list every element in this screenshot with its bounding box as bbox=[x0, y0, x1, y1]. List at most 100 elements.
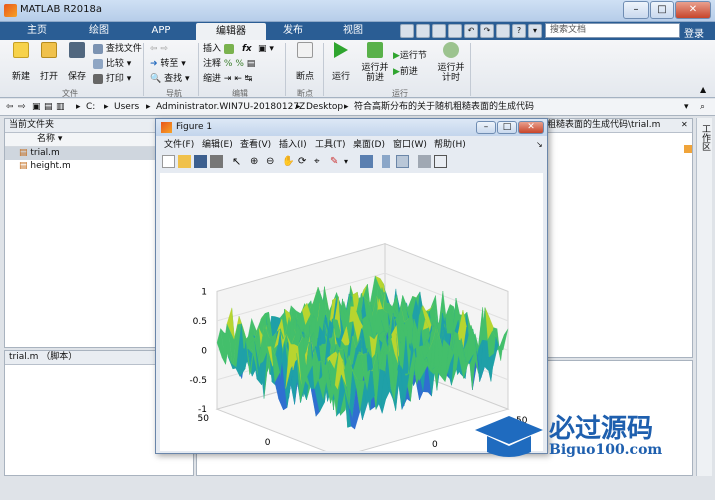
back-icon[interactable]: ⇦ bbox=[6, 99, 14, 116]
close-button[interactable]: ✕ bbox=[675, 1, 711, 19]
tab-editor[interactable]: 编辑器 bbox=[196, 23, 266, 40]
ribbon: 新建 打开 保存 查找文件 比较 ▾ 打印 ▾ 文件 ⇦ ⇨ ➜ 转至 ▾ 🔍 … bbox=[0, 40, 715, 98]
hide-plot-tools-icon[interactable] bbox=[418, 155, 431, 168]
run-section-button[interactable]: ▶运行节 bbox=[393, 50, 427, 63]
address-search-icon[interactable]: ⌕ bbox=[700, 99, 705, 116]
pointer-icon[interactable]: ↖ bbox=[232, 155, 245, 168]
breadcrumb-desktop[interactable]: Desktop bbox=[306, 99, 343, 116]
legend-icon[interactable] bbox=[396, 155, 409, 168]
colorbar-icon[interactable] bbox=[382, 155, 390, 168]
figure-title-bar: Figure 1 – □ ✕ bbox=[156, 119, 547, 136]
forward-icon[interactable]: ⇨ bbox=[18, 99, 26, 116]
open-file-icon[interactable] bbox=[178, 155, 191, 168]
data-cursor-icon[interactable]: ⌖ bbox=[314, 155, 327, 168]
find-files-button[interactable]: 查找文件 bbox=[93, 43, 142, 56]
cut-quick-icon[interactable] bbox=[416, 24, 430, 38]
watermark-title: 必过源码 bbox=[549, 414, 654, 444]
figure-menu-desktop[interactable]: 桌面(D) bbox=[353, 138, 385, 152]
fx-button[interactable]: fx bbox=[242, 43, 252, 56]
redo-quick-icon[interactable]: ↷ bbox=[480, 24, 494, 38]
figure-menu-insert[interactable]: 插入(I) bbox=[279, 138, 307, 152]
zoom-in-icon[interactable]: ⊕ bbox=[250, 155, 263, 168]
breadcrumb-users[interactable]: Users bbox=[114, 99, 139, 116]
script-file-icon: ▤ bbox=[19, 161, 28, 171]
browse-folder-icon[interactable]: ▤ bbox=[44, 99, 53, 116]
goto-button[interactable]: ➜ 转至 ▾ bbox=[150, 58, 186, 71]
compare-button[interactable]: 比较 ▾ bbox=[93, 58, 131, 71]
insert-button[interactable]: 插入 bbox=[203, 43, 234, 56]
breakpoints-button[interactable]: 断点 bbox=[290, 42, 320, 82]
run-advance-button[interactable]: 运行并前进 bbox=[360, 42, 390, 83]
print-button[interactable]: 打印 ▾ bbox=[93, 73, 131, 86]
editor-menu-icon[interactable]: ✕ bbox=[681, 120, 688, 129]
figure-logo-icon bbox=[161, 122, 172, 133]
breadcrumb-user[interactable]: Administrator.WIN7U-20180127Z bbox=[156, 99, 305, 116]
tab-home[interactable]: 主页 bbox=[8, 22, 66, 40]
address-dropdown-icon[interactable]: ▾ bbox=[684, 99, 689, 116]
pan-hand-icon[interactable]: ✋ bbox=[282, 155, 295, 168]
chevron-right-icon: ▸ bbox=[76, 102, 81, 112]
copy-quick-icon[interactable] bbox=[432, 24, 446, 38]
search-docs-input[interactable]: 搜索文档 bbox=[545, 23, 680, 38]
new-button[interactable]: 新建 bbox=[8, 42, 34, 82]
brush-icon[interactable]: ✎ bbox=[330, 155, 343, 168]
z-tick-label: 0 bbox=[201, 346, 207, 356]
print-figure-icon[interactable] bbox=[210, 155, 223, 168]
figure-menu-file[interactable]: 文件(F) bbox=[164, 138, 194, 152]
tab-plots[interactable]: 绘图 bbox=[70, 22, 128, 40]
figure-maximize-button[interactable]: □ bbox=[497, 121, 517, 134]
show-plot-tools-icon[interactable] bbox=[434, 155, 447, 168]
save-button[interactable]: 保存 bbox=[64, 42, 90, 82]
recent-folder-icon[interactable]: ▥ bbox=[56, 99, 65, 116]
figure-dock-icon[interactable]: ↘ bbox=[536, 140, 543, 149]
figure-menu-edit[interactable]: 编辑(E) bbox=[202, 138, 233, 152]
breakpoint-icon bbox=[297, 42, 313, 58]
run-time-button[interactable]: 运行并计时 bbox=[436, 42, 466, 83]
link-plot-icon[interactable] bbox=[360, 155, 373, 168]
open-button[interactable]: 打开 bbox=[36, 42, 62, 82]
editor-status-marker bbox=[684, 145, 692, 153]
minimize-button[interactable]: – bbox=[623, 1, 649, 19]
breadcrumb-drive[interactable]: C: bbox=[86, 99, 95, 116]
comment-button[interactable]: 注释 % % ▤ bbox=[203, 58, 255, 71]
find-button[interactable]: 🔍 查找 ▾ bbox=[150, 73, 190, 86]
figure-menu-view[interactable]: 查看(V) bbox=[240, 138, 271, 152]
zoom-out-icon[interactable]: ⊖ bbox=[266, 155, 279, 168]
folder-icon bbox=[41, 42, 57, 58]
collapse-ribbon-icon[interactable]: ▲ bbox=[700, 85, 706, 94]
indent-button[interactable]: 缩进 ⇥ ⇤ ↹ bbox=[203, 73, 252, 86]
figure-close-button[interactable]: ✕ bbox=[518, 121, 544, 134]
tab-view[interactable]: 视图 bbox=[324, 22, 382, 40]
nav-back-forward[interactable]: ⇦ ⇨ bbox=[150, 43, 168, 56]
advance-icon: ▶ bbox=[393, 67, 400, 77]
insert-function-icon[interactable]: ▣ ▾ bbox=[258, 43, 274, 56]
breadcrumb-folder[interactable]: 符合高斯分布的关于随机粗糙表面的生成代码 bbox=[354, 99, 534, 116]
save-figure-icon[interactable] bbox=[194, 155, 207, 168]
figure-menu-tools[interactable]: 工具(T) bbox=[315, 138, 346, 152]
rotate-3d-icon[interactable]: ⟳ bbox=[298, 155, 311, 168]
group-edit-label: 编辑 bbox=[232, 89, 248, 98]
workspace-sidebar[interactable]: 工作区 bbox=[696, 118, 712, 476]
percent-off-icon: % bbox=[235, 59, 244, 69]
run-button[interactable]: 运行 bbox=[328, 42, 354, 82]
help-quick-icon[interactable]: ? bbox=[512, 24, 526, 38]
percent-icon: % bbox=[223, 59, 233, 69]
figure-minimize-button[interactable]: – bbox=[476, 121, 496, 134]
group-nav-label: 导航 bbox=[166, 89, 182, 98]
tab-apps[interactable]: APP bbox=[132, 22, 190, 40]
brush-dropdown-icon[interactable]: ▾ bbox=[344, 155, 357, 168]
save-quick-icon[interactable] bbox=[400, 24, 414, 38]
figure-menu-window[interactable]: 窗口(W) bbox=[393, 138, 427, 152]
switch-windows-icon[interactable] bbox=[496, 24, 510, 38]
paste-quick-icon[interactable] bbox=[448, 24, 462, 38]
dropdown-quick-icon[interactable]: ▾ bbox=[528, 24, 542, 38]
undo-quick-icon[interactable]: ↶ bbox=[464, 24, 478, 38]
new-figure-icon[interactable] bbox=[162, 155, 175, 168]
folder-up-icon[interactable]: ▣ bbox=[32, 99, 41, 116]
matlab-logo-icon bbox=[4, 4, 17, 17]
maximize-button[interactable]: □ bbox=[650, 1, 674, 19]
figure-menu-help[interactable]: 帮助(H) bbox=[434, 138, 466, 152]
advance-button[interactable]: ▶前进 bbox=[393, 66, 418, 79]
login-link[interactable]: 登录 bbox=[684, 25, 704, 40]
tab-publish[interactable]: 发布 bbox=[264, 22, 322, 40]
